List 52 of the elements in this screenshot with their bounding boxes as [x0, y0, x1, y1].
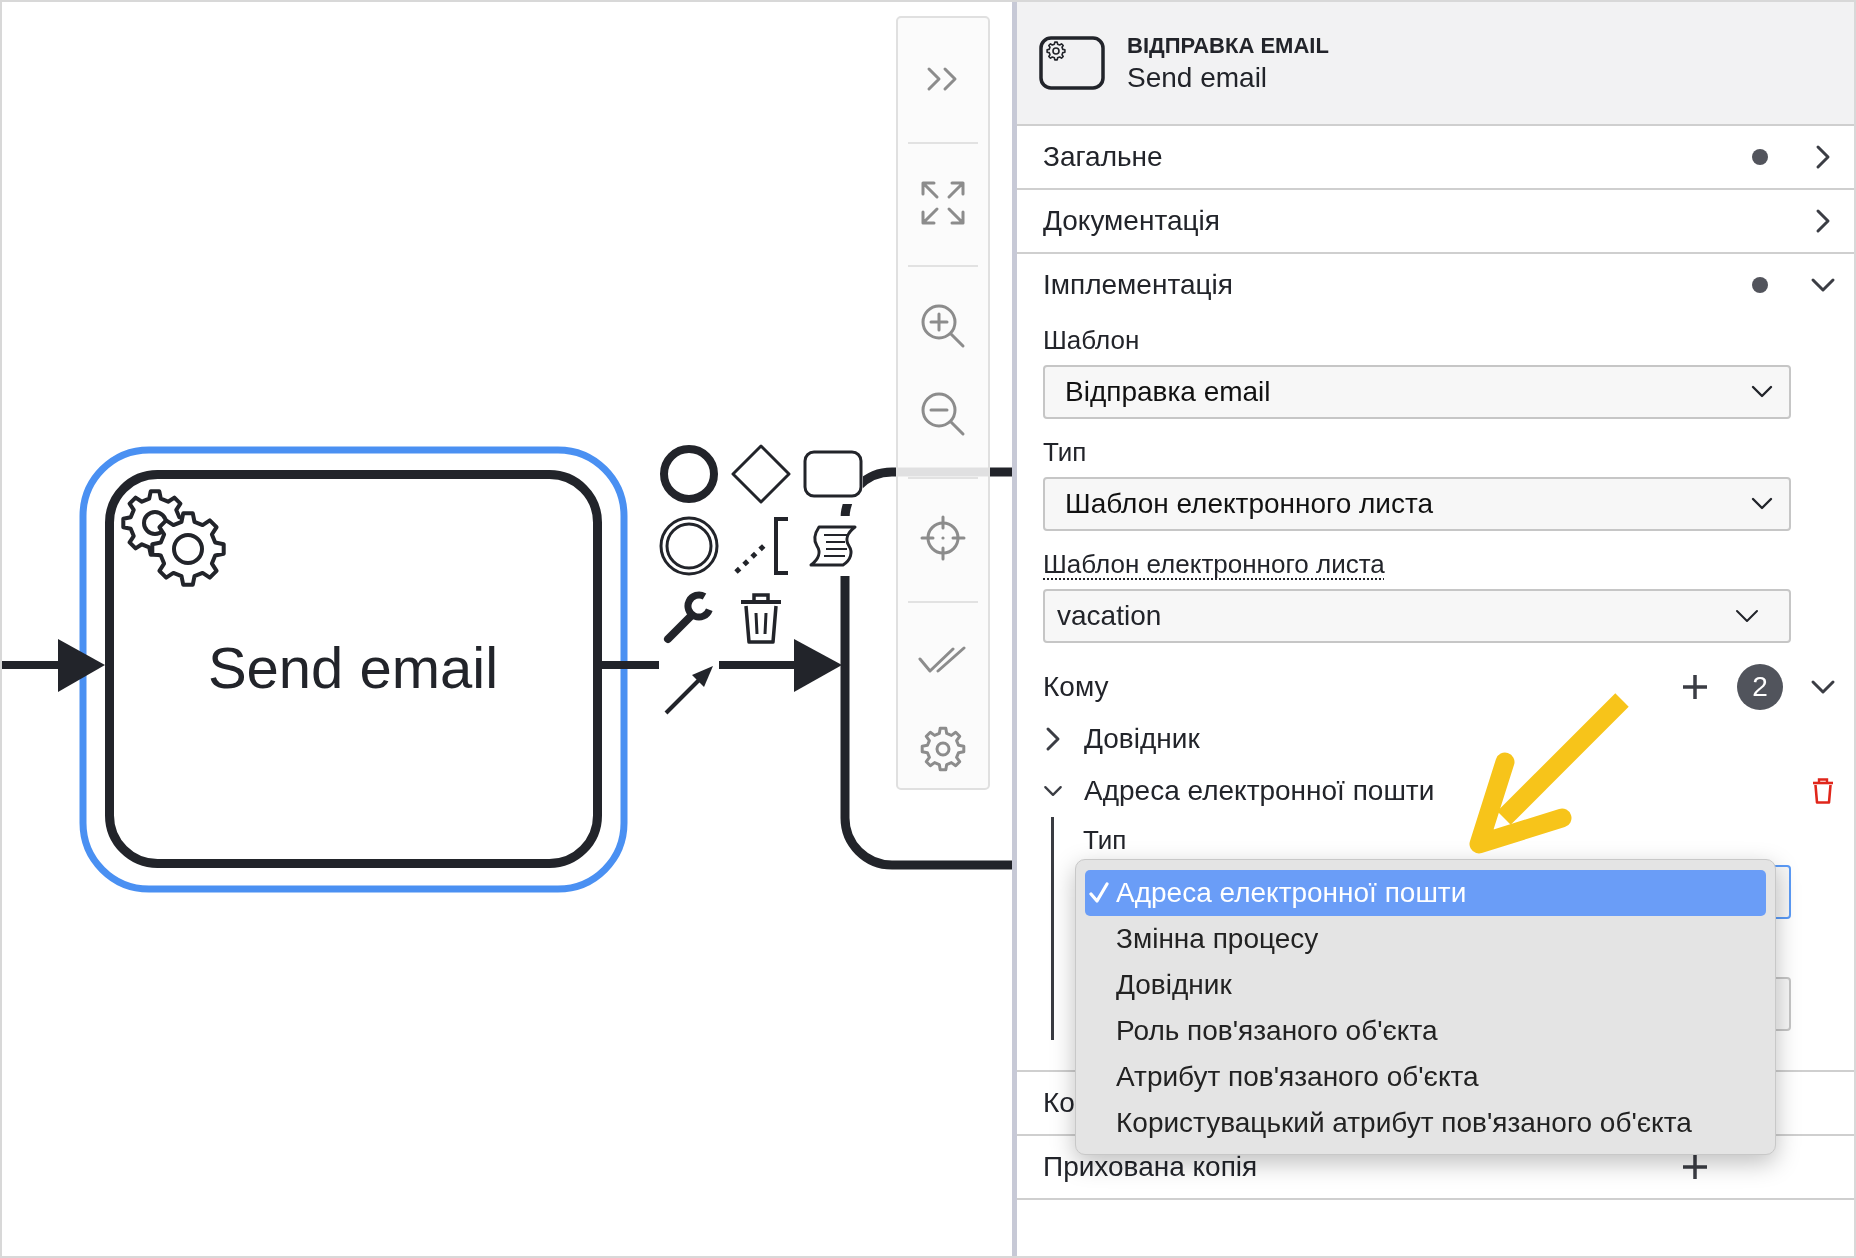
dropdown-option[interactable]: Атрибут пов'язаного об'єкта — [1085, 1054, 1766, 1100]
diamond-icon[interactable] — [731, 444, 791, 504]
select-field[interactable]: Відправка email — [1043, 365, 1791, 419]
text-annotation-icon[interactable] — [732, 516, 790, 576]
entry-title: Довідник — [1084, 722, 1200, 756]
section-title: Загальне — [1043, 140, 1163, 174]
select-field[interactable]: vacation — [1043, 589, 1791, 643]
trash-icon[interactable] — [739, 591, 783, 645]
task-label: Send email — [207, 635, 499, 702]
service-task-icon — [1039, 36, 1105, 90]
circle-icon[interactable] — [659, 444, 719, 504]
field-label: Тип — [1083, 825, 1127, 855]
rounded-rectangle-icon[interactable] — [803, 450, 863, 498]
select-field[interactable]: Шаблон електронного листа — [1043, 477, 1791, 531]
chevron-down-icon[interactable] — [1810, 277, 1836, 293]
dropdown-option[interactable]: Довідник — [1085, 962, 1766, 1008]
section-title: Ко — [1043, 1086, 1075, 1120]
settings-icon[interactable] — [920, 726, 966, 773]
field-label: Тип — [1043, 437, 1087, 467]
field-label: Шаблон — [1043, 325, 1140, 355]
element-type: ВІДПРАВКА EMAIL — [1127, 31, 1329, 60]
dropdown-option[interactable]: Змінна процесу — [1085, 916, 1766, 962]
gears-icon — [121, 489, 226, 587]
chevron-down-icon — [1751, 497, 1773, 511]
chevron-right-icon[interactable] — [1815, 144, 1831, 170]
dropdown-option[interactable]: Роль пов'язаного об'єкта — [1085, 1008, 1766, 1054]
section-title: Імплементація — [1043, 268, 1233, 302]
section-title: Документація — [1043, 204, 1220, 238]
chevron-right-icon[interactable] — [1045, 726, 1061, 752]
dropdown-option[interactable]: Користувацький атрибут пов'язаного об'єкта — [1085, 1100, 1766, 1146]
section-title: Прихована копія — [1043, 1150, 1258, 1184]
field-label: Шаблон електронного листа — [1043, 549, 1385, 579]
chevron-down-icon[interactable] — [1043, 783, 1063, 799]
entry-title: Адреса електронної пошти — [1084, 774, 1435, 808]
zoom-in-icon[interactable] — [920, 303, 966, 350]
chevron-down-icon — [1751, 385, 1773, 399]
double-circle-icon[interactable] — [659, 516, 719, 576]
expand-icon[interactable] — [920, 179, 966, 226]
chevron-down-icon[interactable] — [1810, 679, 1836, 695]
element-name: Send email — [1127, 60, 1269, 95]
chevron-right-icon[interactable] — [1815, 208, 1831, 234]
count-badge: 2 — [1737, 664, 1783, 710]
service-task[interactable] — [105, 470, 602, 868]
list-title: Кому — [1043, 670, 1109, 704]
plus-icon[interactable] — [1682, 1154, 1708, 1180]
scroll-icon[interactable] — [809, 524, 857, 568]
plus-icon[interactable] — [1682, 674, 1708, 700]
crosshair-icon[interactable] — [920, 514, 966, 561]
zoom-out-icon[interactable] — [920, 391, 966, 437]
chevron-down-icon — [1735, 609, 1759, 623]
arrow-icon[interactable] — [663, 664, 715, 716]
check-icon — [1089, 882, 1109, 904]
